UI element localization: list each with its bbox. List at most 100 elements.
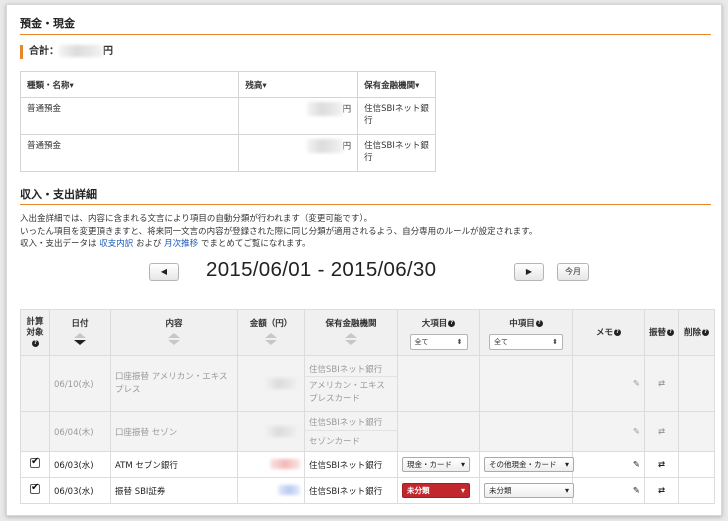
deposit-total: 合計： 円 [20,45,113,59]
sort-institution-header[interactable]: 保有金融機関▾ [357,71,436,98]
total-label: 合計： [29,46,59,57]
content-header[interactable]: 内容 [110,309,238,356]
desc-line: 収入・支出データは 収支内訳 および 月次推移 でまとめてご覧になれます。 [20,238,537,251]
transfer-icon[interactable]: ⇄ [644,411,679,452]
header-label: 内容 [165,319,183,329]
help-icon[interactable]: ? [667,329,674,336]
account-type: 普通預金 [19,134,240,172]
middle-category-select[interactable]: 未分類 [484,483,574,498]
tx-date: 06/03(水) [49,477,111,504]
account-type: 普通預金 [19,97,240,135]
sort-asc-icon[interactable] [74,333,86,338]
period-range: 2015/06/01 - 2015/06/30 [206,258,437,281]
middle-category-cell [479,355,573,412]
middle-category-filter[interactable]: 全て [489,334,563,350]
major-category-select[interactable]: 現金・カード [402,457,470,472]
transaction-row: 06/03(水) ATM セブン銀行 住信SBIネット銀行 現金・カード その他… [20,451,715,478]
middle-category-select[interactable]: その他現金・カード [484,457,574,472]
tx-date: 06/03(水) [49,451,111,478]
account-institution: 住信SBIネット銀行 [357,134,436,172]
major-category-cell [397,355,480,412]
sort-desc-icon[interactable] [74,340,86,345]
calc-target-checkbox[interactable] [30,482,40,494]
help-icon[interactable]: ? [535,320,543,327]
memo-edit-icon[interactable]: ✎ [572,355,645,412]
breakdown-link[interactable]: 収支内訳 [99,239,133,249]
total-amount-redacted [59,45,103,57]
desc-line: 入出金詳細では、内容に含まれる文言により項目の自動分類が行われます（変更可能です… [20,214,373,224]
help-icon[interactable]: ? [702,329,709,336]
calc-target-cell [20,477,50,504]
memo-edit-icon[interactable]: ✎ [572,411,645,452]
header-label: メモ [595,328,613,338]
tx-institution: 住信SBIネット銀行 [304,477,398,504]
delete-cell [678,477,715,504]
memo-header: メモ? [572,309,645,356]
balance-unit: 円 [342,141,352,152]
institution-to: セゾンカード [309,437,361,447]
sort-asc-icon[interactable] [265,333,277,338]
transaction-row: 06/04(木) 口座振替 セゾン 住信SBIネット銀行 セゾンカード ✎ ⇄ [20,411,715,452]
sort-desc-icon[interactable] [168,340,180,345]
help-icon[interactable]: ? [614,329,621,336]
tx-amount [237,477,305,504]
transfer-icon[interactable]: ⇄ [644,355,679,412]
sort-desc-icon[interactable] [265,340,277,345]
sort-type-header[interactable]: 種類・名称▾ [19,71,240,98]
section-divider [20,204,711,205]
institution-header[interactable]: 保有金融機関 [304,309,398,356]
institution-from: 住信SBIネット銀行 [305,412,397,431]
header-label: 日付 [71,319,89,329]
major-category-filter[interactable]: 全て [409,334,468,350]
sort-desc-icon[interactable] [345,340,357,345]
prev-month-button[interactable]: ◀ [149,263,179,281]
household-budget-page: 預金・現金 合計： 円 種類・名称▾ 残高▾ 保有金融機関▾ 普通預金 円 住信S… [6,4,722,516]
tx-amount [237,451,305,478]
calc-target-cell [20,411,50,452]
middle-category-cell: 未分類 [479,477,574,504]
amount-redacted [270,459,300,470]
next-month-button[interactable]: ▶ [514,263,544,281]
desc-text: および [135,239,162,249]
sort-balance-header[interactable]: 残高▾ [238,71,359,98]
memo-edit-icon[interactable]: ✎ [572,477,645,504]
section-divider [20,34,711,35]
memo-edit-icon[interactable]: ✎ [572,451,645,478]
calc-target-header: 計算対象? [20,309,50,356]
tx-content: 口座振替 セゾン [110,411,238,452]
desc-text: でまとめてご覧になれます。 [200,239,311,249]
transactions-table: 計算対象? 日付 内容 金額（円） 保有金融機関 大項目? 全て 中項目? 全て メ… [20,309,715,504]
transfer-header: 振替? [644,309,679,356]
amount-redacted [264,426,300,437]
transfer-icon[interactable]: ⇄ [644,477,679,504]
help-icon[interactable]: ? [448,320,456,327]
tx-institution: 住信SBIネット銀行 アメリカン・エキスプレスカード [304,355,398,412]
delete-cell [678,411,715,452]
calc-target-cell [20,451,50,478]
major-category-select[interactable]: 未分類 [402,483,470,498]
tx-amount [237,411,305,452]
date-header[interactable]: 日付 [49,309,111,356]
monthly-trend-link[interactable]: 月次推移 [164,239,198,249]
balance-redacted [306,102,343,116]
transaction-row: 06/03(水) 振替 SBI証券 住信SBIネット銀行 未分類 未分類 ✎ ⇄ [20,477,715,504]
header-label: 保有金融機関 [325,319,377,329]
account-balance: 円 [238,97,359,135]
calc-target-checkbox[interactable] [30,456,40,468]
transaction-row: 06/10(水) 口座振替 アメリカン・エキスプレス 住信SBIネット銀行 アメ… [20,355,715,412]
institution-to: アメリカン・エキスプレスカード [309,380,385,404]
help-icon[interactable]: ? [32,340,39,347]
amount-header[interactable]: 金額（円） [237,309,305,356]
this-month-button[interactable]: 今月 [557,263,589,281]
deposit-account-row: 普通預金 円 住信SBIネット銀行 [19,134,436,172]
calc-target-cell [20,355,50,412]
transactions-header-row: 計算対象? 日付 内容 金額（円） 保有金融機関 大項目? 全て 中項目? 全て メ… [20,309,715,356]
tx-content: 振替 SBI証券 [110,477,238,504]
sort-asc-icon[interactable] [345,333,357,338]
major-category-cell [397,411,480,452]
middle-category-cell [479,411,573,452]
sort-asc-icon[interactable] [168,333,180,338]
transfer-icon[interactable]: ⇄ [644,451,679,478]
tx-date: 06/10(水) [49,355,111,412]
tx-content: 口座振替 アメリカン・エキスプレス [110,355,238,412]
